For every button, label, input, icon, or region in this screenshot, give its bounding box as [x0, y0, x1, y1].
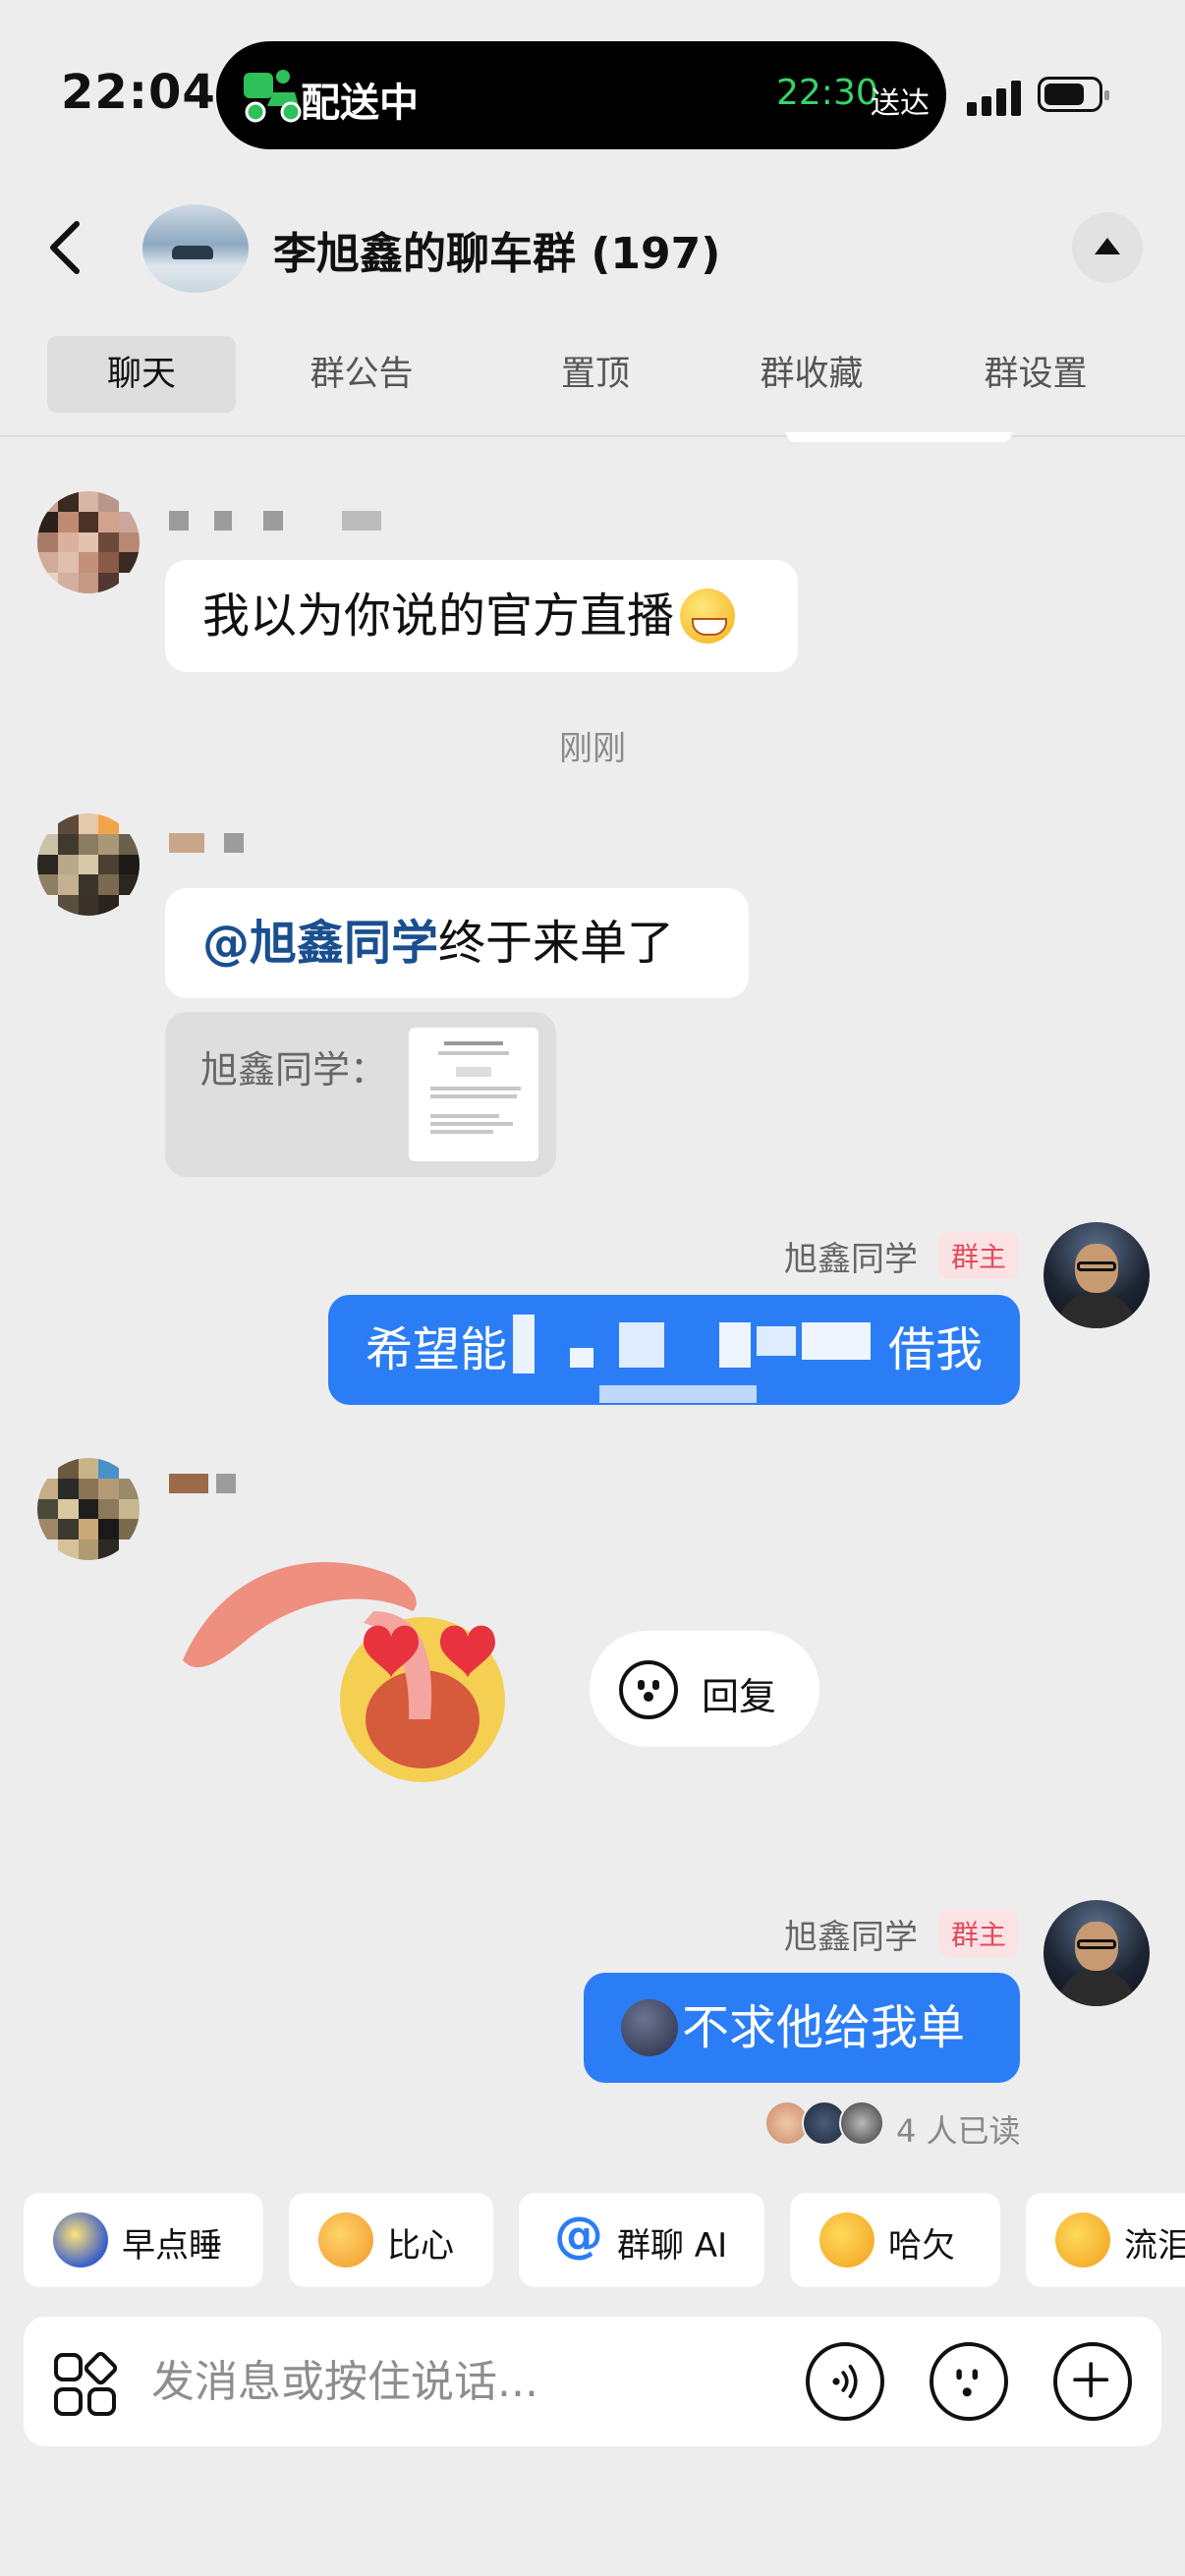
message-bubble[interactable]: @旭鑫同学 终于来单了 — [165, 888, 749, 998]
emoji-icon[interactable] — [930, 2342, 1008, 2421]
avatar[interactable] — [37, 1458, 140, 1560]
smile-face-icon — [619, 1660, 678, 1719]
message-text: 我以为你说的官方直播 — [202, 588, 675, 644]
group-owner-badge: 群主 — [939, 1232, 1019, 1279]
message-text: 希望能 — [366, 1321, 508, 1377]
message-input[interactable] — [151, 2346, 800, 2417]
delivery-scooter-icon — [244, 70, 302, 123]
chip-tears[interactable]: 流泪 — [1026, 2193, 1185, 2287]
tongue-heart-eyes-sticker[interactable] — [177, 1552, 521, 1798]
message-input-bar — [24, 2317, 1161, 2446]
previous-message-edge — [786, 432, 1012, 442]
quoted-message[interactable]: 旭鑫同学： — [165, 1012, 556, 1177]
group-tabs: 聊天 群公告 置顶 群收藏 群设置 — [47, 336, 1148, 413]
sender-name: 旭鑫同学 — [784, 1918, 918, 1957]
message-text: 终于来单了 — [438, 915, 675, 971]
redaction-blur — [513, 1315, 535, 1373]
quote-sender-label: 旭鑫同学： — [200, 1048, 388, 1092]
dynamic-island-delivery[interactable]: 配送中 22:30 送达 — [216, 41, 946, 149]
delivery-eta-time: 22:30 — [776, 73, 878, 113]
grin-sweat-emoji-icon — [680, 588, 736, 644]
redaction-blur — [570, 1348, 593, 1368]
tab-favorites[interactable]: 群收藏 — [717, 336, 906, 413]
back-arrow-icon[interactable] — [39, 218, 98, 277]
battery-icon — [1038, 77, 1109, 112]
reader-avatar — [839, 2100, 884, 2146]
chip-early-sleep[interactable]: 早点睡 — [24, 2193, 263, 2287]
message-bubble-outgoing[interactable]: 不求他给我单 — [584, 1973, 1020, 2083]
message-bubble[interactable]: 我以为你说的官方直播 — [165, 560, 798, 672]
redaction-blur — [599, 1385, 757, 1403]
blurred-sender-name — [169, 1474, 257, 1493]
blurred-sender-name — [169, 833, 257, 853]
tab-settings[interactable]: 群设置 — [941, 336, 1130, 413]
blurred-sender-name — [169, 511, 424, 531]
tab-pinned[interactable]: 置顶 — [501, 336, 690, 413]
timestamp-divider: 刚刚 — [559, 729, 626, 768]
heart-hands-icon — [318, 2212, 373, 2268]
message-text: 借我 — [887, 1321, 983, 1377]
cellular-signal-icon — [967, 79, 1022, 116]
collapse-up-button[interactable] — [1072, 212, 1143, 283]
read-count: 4 人已读 — [896, 2112, 1021, 2150]
delivery-status: 配送中 — [301, 81, 419, 126]
at-icon: @ — [554, 2207, 603, 2264]
quoted-screenshot-thumbnail[interactable] — [409, 1028, 538, 1161]
chip-heart-hands[interactable]: 比心 — [289, 2193, 493, 2287]
tab-announcement[interactable]: 群公告 — [267, 336, 456, 413]
tears-icon — [1055, 2212, 1110, 2268]
group-title[interactable]: 李旭鑫的聊车群 (197) — [273, 218, 720, 281]
quick-reply-button[interactable]: 回复 — [590, 1631, 819, 1747]
message-text: 不求他给我单 — [682, 1999, 966, 2055]
mention-link[interactable]: @旭鑫同学 — [202, 917, 438, 970]
redaction-blur — [802, 1322, 871, 1360]
redaction-blur — [719, 1322, 751, 1368]
owner-avatar[interactable] — [1044, 1222, 1150, 1328]
chip-yawn[interactable]: 哈欠 — [790, 2193, 1000, 2287]
moon-sleep-icon — [53, 2212, 108, 2268]
chip-group-ai[interactable]: @ 群聊 AI — [519, 2193, 764, 2287]
redaction-blur — [619, 1322, 664, 1368]
redaction-blur — [757, 1326, 796, 1356]
delivery-eta-label: 送达 — [871, 86, 930, 121]
group-avatar[interactable] — [142, 204, 249, 293]
reply-label: 回复 — [702, 1675, 777, 1718]
apps-grid-icon[interactable] — [53, 2352, 118, 2417]
avatar[interactable] — [37, 813, 140, 916]
owner-avatar[interactable] — [1044, 1900, 1150, 2006]
group-owner-badge: 群主 — [939, 1910, 1019, 1957]
voice-input-icon[interactable] — [806, 2342, 884, 2421]
avatar[interactable] — [37, 491, 140, 593]
tab-chat[interactable]: 聊天 — [47, 336, 236, 413]
yawn-icon — [819, 2212, 875, 2268]
sender-name: 旭鑫同学 — [784, 1240, 918, 1279]
plus-icon[interactable] — [1053, 2342, 1132, 2421]
quick-reaction-bar: 早点睡 比心 @ 群聊 AI 哈欠 流泪 — [24, 2193, 1185, 2287]
dark-face-emoji-icon — [621, 1999, 678, 2056]
status-time: 22:04 — [61, 65, 216, 120]
